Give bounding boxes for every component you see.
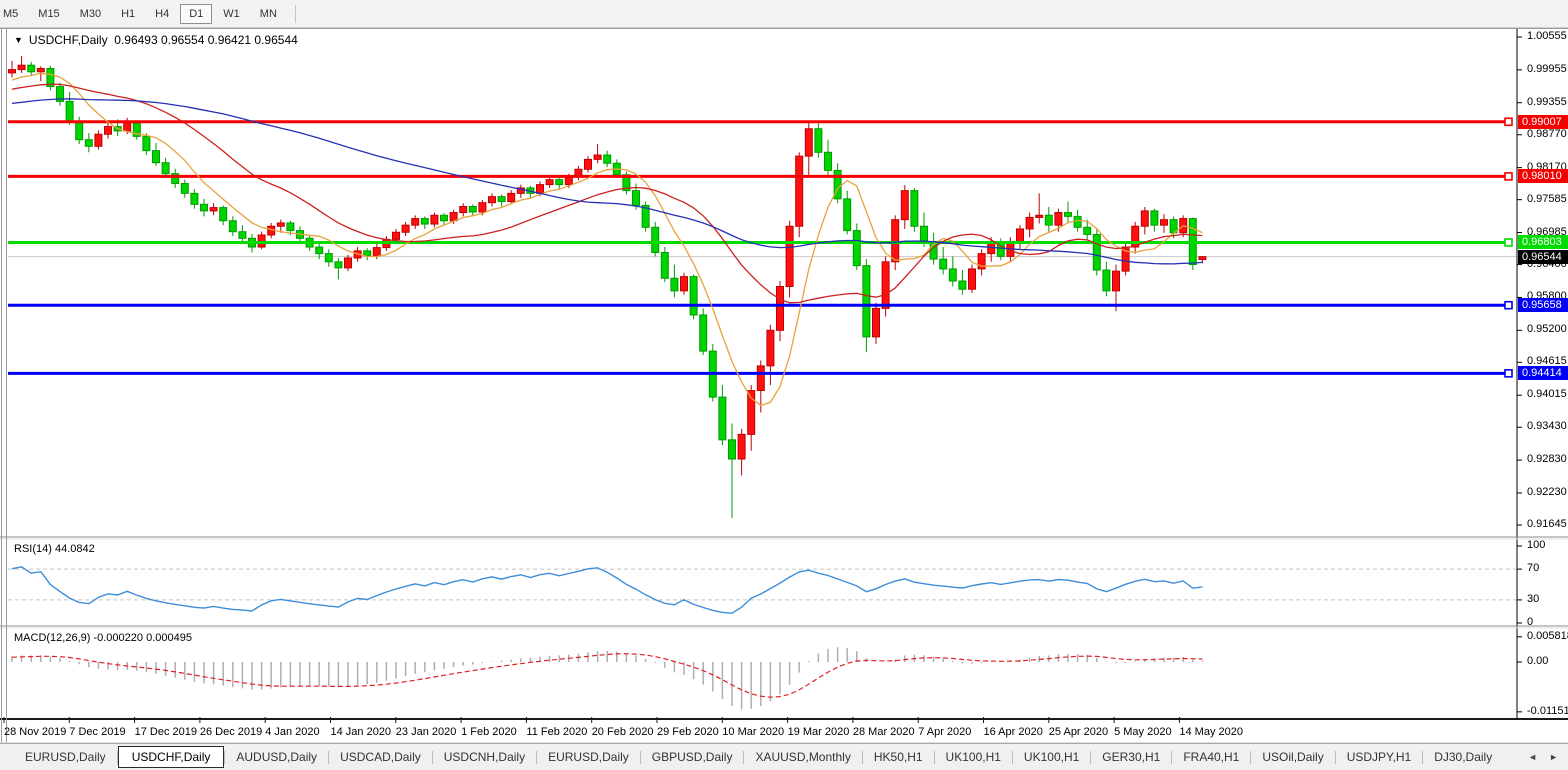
- hline-price-chip: 0.98010: [1518, 169, 1568, 183]
- tab-dj30-daily[interactable]: DJ30,Daily: [1423, 746, 1503, 768]
- price-tick-label: 0.94015: [1527, 388, 1567, 400]
- price-tick-label: 0.92830: [1527, 453, 1567, 465]
- price-tick-label: 0.91645: [1527, 518, 1567, 530]
- date-label: 7 Apr 2020: [918, 726, 971, 738]
- date-label: 19 Mar 2020: [788, 726, 850, 738]
- panel-borders: [0, 28, 1568, 743]
- price-tick-label: 0.95200: [1527, 323, 1567, 335]
- tab-scroll-right-icon[interactable]: ►: [1549, 752, 1558, 762]
- tab-usdchf-daily[interactable]: USDCHF,Daily: [118, 746, 225, 768]
- price-tick-label: 0.97585: [1527, 193, 1567, 205]
- window-border-left-outer: [1, 28, 2, 742]
- window-border-top: [0, 28, 1568, 29]
- price-tick-label: 0.98770: [1527, 128, 1567, 140]
- rsi-tick-label: 0: [1527, 616, 1533, 628]
- macd-panel: [12, 647, 1202, 709]
- chart-symbol-label: USDCHF,Daily: [29, 33, 108, 47]
- tab-xauusd-monthly[interactable]: XAUUSD,Monthly: [744, 746, 861, 768]
- date-label: 20 Feb 2020: [592, 726, 654, 738]
- chart-tab-bar: EURUSD,DailyUSDCHF,DailyAUDUSD,DailyUSDC…: [0, 743, 1568, 770]
- date-label: 14 Jan 2020: [331, 726, 392, 738]
- current-price-chip: 0.96544: [1518, 250, 1568, 264]
- hline-price-chip: 0.95658: [1518, 298, 1568, 312]
- date-label: 1 Feb 2020: [461, 726, 517, 738]
- macd-tick-label: -0.011514: [1527, 705, 1568, 717]
- date-label: 10 Mar 2020: [722, 726, 784, 738]
- price-tick-label: 0.99355: [1527, 96, 1567, 108]
- tab-gbpusd-daily[interactable]: GBPUSD,Daily: [641, 746, 744, 768]
- rsi-tick-label: 70: [1527, 562, 1539, 574]
- macd-tick-label: 0.00: [1527, 655, 1548, 667]
- date-label: 5 May 2020: [1114, 726, 1171, 738]
- window-border-left-inner: [6, 28, 7, 742]
- hline-price-chip: 0.96803: [1518, 235, 1568, 249]
- tab-usdcnh-daily[interactable]: USDCNH,Daily: [433, 746, 536, 768]
- tab-eurusd-daily[interactable]: EURUSD,Daily: [14, 746, 117, 768]
- rsi-indicator-label: RSI(14) 44.0842: [14, 543, 95, 555]
- rsi-tick-label: 30: [1527, 593, 1539, 605]
- rsi-tick-label: 100: [1527, 539, 1545, 551]
- date-label: 28 Nov 2019: [4, 726, 66, 738]
- date-label: 17 Dec 2019: [135, 726, 197, 738]
- tab-uk100-h1[interactable]: UK100,H1: [935, 746, 1012, 768]
- tab-scroll-left-icon[interactable]: ◄: [1528, 752, 1537, 762]
- tab-uk100-h1[interactable]: UK100,H1: [1013, 746, 1090, 768]
- chart-dropdown-icon[interactable]: ▼: [14, 35, 23, 45]
- date-label: 28 Mar 2020: [853, 726, 915, 738]
- date-label: 16 Apr 2020: [984, 726, 1043, 738]
- date-label: 26 Dec 2019: [200, 726, 262, 738]
- price-tick-label: 0.93430: [1527, 420, 1567, 432]
- rsi-panel: [8, 567, 1516, 613]
- price-tick-label: 1.00555: [1527, 30, 1567, 42]
- chart-ohlc-values: 0.96493 0.96554 0.96421 0.96544: [114, 33, 298, 47]
- date-label: 11 Feb 2020: [526, 726, 587, 738]
- tab-fra40-h1[interactable]: FRA40,H1: [1172, 746, 1250, 768]
- macd-tick-label: 0.005818: [1527, 630, 1568, 642]
- trading-platform-window: M5M15M30H1H4D1W1MN ▼USDCHF,Daily 0.96493…: [0, 0, 1568, 770]
- tab-scroll-arrows: ◄ ►: [1528, 744, 1558, 770]
- macd-indicator-label: MACD(12,26,9) -0.000220 0.000495: [14, 632, 192, 644]
- date-label: 25 Apr 2020: [1049, 726, 1108, 738]
- date-label: 14 May 2020: [1179, 726, 1243, 738]
- price-tick-label: 0.99955: [1527, 63, 1567, 75]
- price-tick-label: 0.92230: [1527, 486, 1567, 498]
- tab-usoil-daily[interactable]: USOil,Daily: [1251, 746, 1334, 768]
- date-label: 23 Jan 2020: [396, 726, 457, 738]
- tab-audusd-daily[interactable]: AUDUSD,Daily: [225, 746, 328, 768]
- tab-ger30-h1[interactable]: GER30,H1: [1091, 746, 1171, 768]
- date-label: 29 Feb 2020: [657, 726, 719, 738]
- hline-price-chip: 0.99007: [1518, 115, 1568, 129]
- chart-canvas[interactable]: [0, 0, 1568, 744]
- tab-usdcad-daily[interactable]: USDCAD,Daily: [329, 746, 432, 768]
- tab-hk50-h1[interactable]: HK50,H1: [863, 746, 934, 768]
- date-label: 4 Jan 2020: [265, 726, 319, 738]
- tab-usdjpy-h1[interactable]: USDJPY,H1: [1336, 746, 1422, 768]
- chart-title: ▼ USDCHF,Daily 0.96493 0.96554 0.96421 0.…: [14, 33, 298, 47]
- tab-eurusd-daily[interactable]: EURUSD,Daily: [537, 746, 640, 768]
- hline-price-chip: 0.94414: [1518, 366, 1568, 380]
- date-label: 7 Dec 2019: [69, 726, 125, 738]
- horizontal-lines: [8, 118, 1512, 377]
